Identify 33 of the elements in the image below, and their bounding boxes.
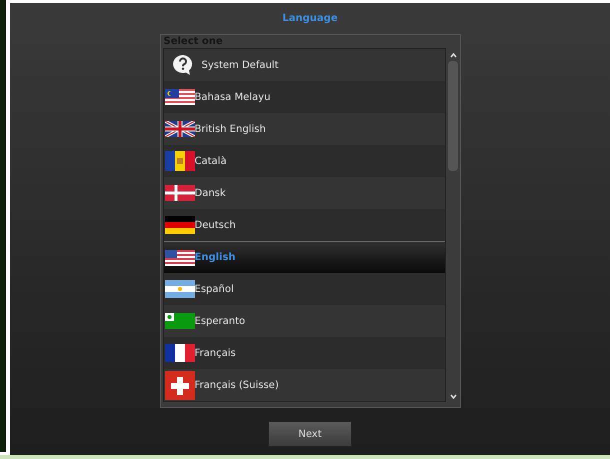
- flag-icon: [164, 250, 194, 266]
- scroll-up-icon[interactable]: [450, 53, 456, 58]
- language-item[interactable]: Esperanto: [164, 305, 444, 337]
- flag-icon: [164, 185, 194, 201]
- language-label: British English: [194, 122, 266, 136]
- flag-icon: [164, 216, 194, 234]
- help-icon: [170, 53, 194, 77]
- language-item[interactable]: British English: [164, 113, 444, 145]
- next-button[interactable]: Next: [268, 421, 352, 447]
- flag-icon: [164, 89, 194, 105]
- flag-icon: [164, 344, 194, 362]
- window-title: Language: [282, 12, 338, 26]
- language-item[interactable]: English: [164, 241, 444, 273]
- language-label: Dansk: [194, 186, 226, 200]
- flag-icon: [164, 151, 194, 171]
- scroll-down-icon[interactable]: [450, 394, 456, 399]
- language-label: English: [194, 251, 236, 265]
- language-item[interactable]: System Default: [164, 49, 444, 81]
- language-label: Français: [194, 346, 236, 360]
- scrollbar-thumb[interactable]: [448, 61, 458, 171]
- flag-icon: [164, 370, 194, 400]
- language-item[interactable]: Dansk: [164, 177, 444, 209]
- flag-icon: [164, 313, 194, 329]
- language-label: Esperanto: [194, 314, 246, 328]
- flag-icon: [164, 121, 194, 137]
- language-label: System Default: [202, 58, 279, 72]
- language-label: Deutsch: [194, 218, 236, 232]
- language-item[interactable]: Français (Suisse): [164, 369, 444, 401]
- language-label: Español: [194, 282, 234, 296]
- flag-icon: [164, 280, 194, 298]
- language-label: Français (Suisse): [194, 378, 279, 392]
- language-label: Bahasa Melayu: [194, 90, 270, 104]
- language-label: Català: [194, 154, 227, 168]
